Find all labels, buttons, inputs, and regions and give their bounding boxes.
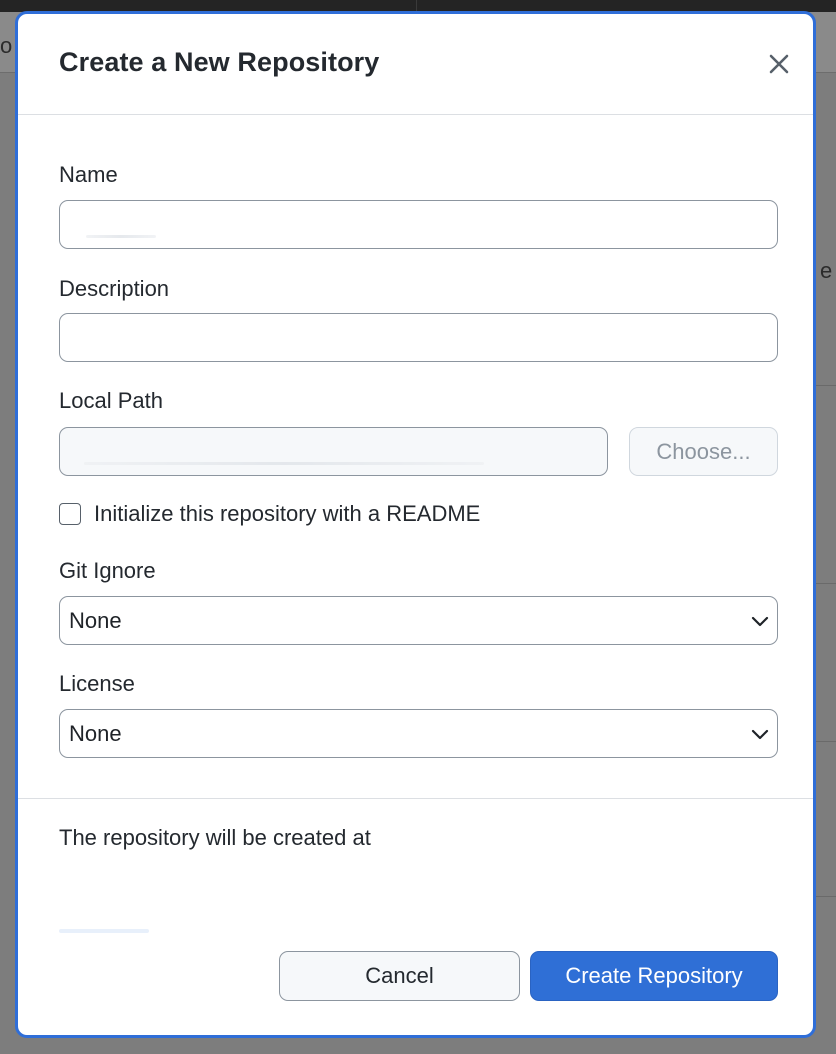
close-icon: [769, 54, 789, 74]
name-input-redacted: [86, 235, 156, 238]
readme-checkbox[interactable]: [59, 503, 81, 525]
backdrop-divider: [814, 385, 836, 386]
chevron-down-icon: [751, 725, 769, 743]
dialog-title: Create a New Repository: [59, 47, 380, 77]
description-label: Description: [59, 276, 170, 301]
backdrop-text-right: e: [820, 258, 833, 283]
close-button[interactable]: [765, 50, 793, 78]
name-input[interactable]: [59, 200, 778, 249]
repository-location-redacted: [59, 929, 149, 933]
backdrop-divider: [814, 583, 836, 584]
cancel-button[interactable]: Cancel: [279, 951, 520, 1001]
name-label: Name: [59, 162, 118, 187]
gitignore-selected-value: None: [69, 608, 122, 633]
local-path-redacted: [84, 462, 484, 465]
license-label: License: [59, 671, 135, 696]
create-repository-dialog: Create a New Repository Name Description…: [15, 11, 816, 1038]
local-path-input[interactable]: [59, 427, 608, 476]
description-input[interactable]: [59, 313, 778, 362]
dialog-divider: [18, 798, 813, 799]
repository-location-text: The repository will be created at: [59, 825, 371, 850]
gitignore-label: Git Ignore: [59, 558, 156, 583]
license-select[interactable]: None: [59, 709, 778, 758]
dialog-header: Create a New Repository: [18, 14, 813, 115]
chevron-down-icon: [751, 612, 769, 630]
choose-path-button[interactable]: Choose...: [629, 427, 778, 476]
backdrop-divider: [814, 896, 836, 897]
readme-checkbox-label[interactable]: Initialize this repository with a README: [94, 501, 480, 527]
readme-checkbox-row[interactable]: Initialize this repository with a README: [59, 501, 480, 527]
gitignore-select[interactable]: None: [59, 596, 778, 645]
backdrop-text-left: o: [0, 33, 13, 58]
backdrop-divider: [814, 741, 836, 742]
license-selected-value: None: [69, 721, 122, 746]
create-repository-button[interactable]: Create Repository: [530, 951, 778, 1001]
local-path-label: Local Path: [59, 388, 163, 413]
